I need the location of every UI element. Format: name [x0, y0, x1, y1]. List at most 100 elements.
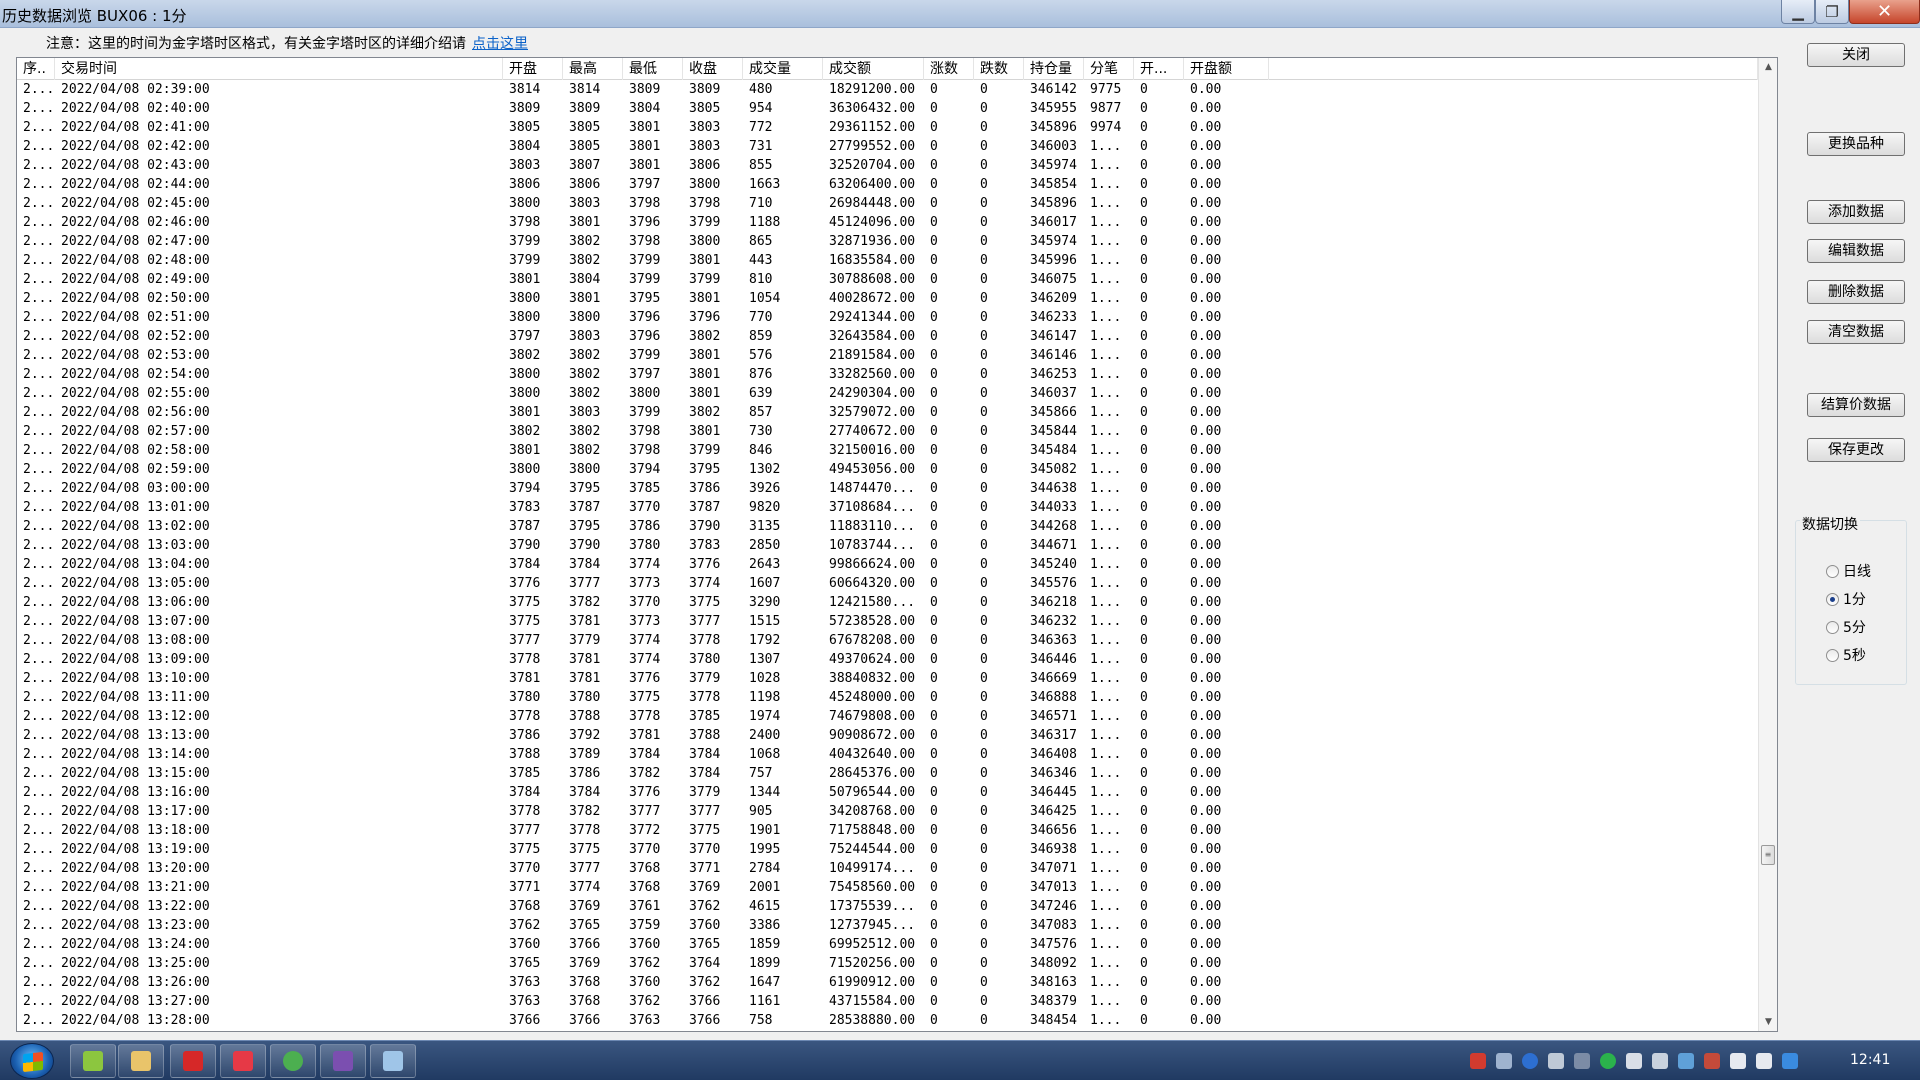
- table-row[interactable]: 2... 2022/04/08 13:21:00 3771 3774 3768 3769 2…: [17, 878, 1758, 897]
- table-row[interactable]: 2... 2022/04/08 02:49:00 3801 3804 3799 3799 8…: [17, 270, 1758, 289]
- table-row[interactable]: 2... 2022/04/08 02:50:00 3800 3801 3795 3801 1…: [17, 289, 1758, 308]
- table-row[interactable]: 2... 2022/04/08 02:55:00 3800 3802 3800 3801 6…: [17, 384, 1758, 403]
- ime-tray-icon[interactable]: [1782, 1053, 1798, 1069]
- radio-button[interactable]: [1826, 648, 1839, 662]
- volume-icon[interactable]: [1756, 1053, 1772, 1069]
- scroll-up-icon[interactable]: ▲: [1759, 58, 1777, 76]
- close-button[interactable]: 关闭: [1807, 43, 1905, 67]
- table-row[interactable]: 2... 2022/04/08 13:13:00 3786 3792 3781 3788 2…: [17, 726, 1758, 745]
- column-header[interactable]: 开...: [1134, 58, 1184, 80]
- scroll-thumb[interactable]: ≡: [1761, 845, 1775, 865]
- table-row[interactable]: 2... 2022/04/08 02:53:00 3802 3802 3799 3801 5…: [17, 346, 1758, 365]
- folder-taskbar-button[interactable]: [118, 1044, 164, 1078]
- table-row[interactable]: 2... 2022/04/08 13:14:00 3788 3789 3784 3784 1…: [17, 745, 1758, 764]
- radio-button[interactable]: [1826, 620, 1839, 634]
- click-here-link[interactable]: 点击这里: [472, 36, 528, 52]
- column-header[interactable]: 序..: [17, 58, 55, 80]
- radio-button[interactable]: [1826, 592, 1839, 606]
- scroll-down-icon[interactable]: ▼: [1759, 1013, 1777, 1031]
- table-row[interactable]: 2... 2022/04/08 13:20:00 3770 3777 3768 3771 2…: [17, 859, 1758, 878]
- table-row[interactable]: 2... 2022/04/08 13:17:00 3778 3782 3777 3777 9…: [17, 802, 1758, 821]
- table-row[interactable]: 2... 2022/04/08 02:57:00 3802 3802 3798 3801 7…: [17, 422, 1758, 441]
- column-header[interactable]: 收盘: [683, 58, 743, 80]
- table-row[interactable]: 2... 2022/04/08 13:05:00 3776 3777 3773 3774 1…: [17, 574, 1758, 593]
- pdf-tray-icon[interactable]: [1470, 1053, 1486, 1069]
- table-row[interactable]: 2... 2022/04/08 02:47:00 3799 3802 3798 3800 8…: [17, 232, 1758, 251]
- radio-option[interactable]: 1分: [1826, 589, 1866, 609]
- table-row[interactable]: 2... 2022/04/08 02:43:00 3803 3807 3801 3806 8…: [17, 156, 1758, 175]
- radio-option[interactable]: 5分: [1826, 617, 1866, 637]
- column-header[interactable]: 持仓量: [1024, 58, 1084, 80]
- window-taskbar-button[interactable]: [370, 1044, 416, 1078]
- column-header[interactable]: 涨数: [924, 58, 974, 80]
- action-center-icon[interactable]: [1704, 1053, 1720, 1069]
- table-row[interactable]: 2... 2022/04/08 13:28:00 3766 3766 3763 3766 7…: [17, 1011, 1758, 1030]
- signal-tray-icon[interactable]: [1730, 1053, 1746, 1069]
- table-row[interactable]: 2... 2022/04/08 02:42:00 3804 3805 3801 3803 7…: [17, 137, 1758, 156]
- change-symbol-button[interactable]: 更换品种: [1807, 132, 1905, 156]
- table-row[interactable]: 2... 2022/04/08 13:03:00 3790 3790 3780 3783 2…: [17, 536, 1758, 555]
- table-row[interactable]: 2... 2022/04/08 02:52:00 3797 3803 3796 3802 8…: [17, 327, 1758, 346]
- table-row[interactable]: 2... 2022/04/08 03:00:00 3794 3795 3785 3786 3…: [17, 479, 1758, 498]
- column-header[interactable]: 开盘: [503, 58, 563, 80]
- table-row[interactable]: 2... 2022/04/08 02:51:00 3800 3800 3796 3796 7…: [17, 308, 1758, 327]
- table-row[interactable]: 2... 2022/04/08 13:23:00 3762 3765 3759 3760 3…: [17, 916, 1758, 935]
- table-row[interactable]: 2... 2022/04/08 02:48:00 3799 3802 3799 3801 4…: [17, 251, 1758, 270]
- table-row[interactable]: 2... 2022/04/08 02:58:00 3801 3802 3798 3799 8…: [17, 441, 1758, 460]
- table-row[interactable]: 2... 2022/04/08 13:22:00 3768 3769 3761 3762 4…: [17, 897, 1758, 916]
- table-row[interactable]: 2... 2022/04/08 02:59:00 3800 3800 3794 3795 1…: [17, 460, 1758, 479]
- settlement-data-button[interactable]: 结算价数据: [1807, 393, 1905, 417]
- table-row[interactable]: 2... 2022/04/08 13:10:00 3781 3781 3776 3779 1…: [17, 669, 1758, 688]
- radio-option[interactable]: 日线: [1826, 561, 1871, 581]
- table-row[interactable]: 2... 2022/04/08 13:08:00 3777 3779 3774 3778 1…: [17, 631, 1758, 650]
- add-data-button[interactable]: 添加数据: [1807, 200, 1905, 224]
- display-tray-icon[interactable]: [1652, 1053, 1668, 1069]
- table-row[interactable]: 2... 2022/04/08 02:46:00 3798 3801 3796 3799 1…: [17, 213, 1758, 232]
- radio-button[interactable]: [1826, 564, 1839, 578]
- start-button[interactable]: [10, 1043, 54, 1079]
- chrome-taskbar-button[interactable]: [270, 1044, 316, 1078]
- column-header[interactable]: 最高: [563, 58, 623, 80]
- column-header[interactable]: 最低: [623, 58, 683, 80]
- table-row[interactable]: 2... 2022/04/08 13:25:00 3765 3769 3762 3764 1…: [17, 954, 1758, 973]
- notepad-taskbar-button[interactable]: [70, 1044, 116, 1078]
- table-row[interactable]: 2... 2022/04/08 13:18:00 3777 3778 3772 3775 1…: [17, 821, 1758, 840]
- table-row[interactable]: 2... 2022/04/08 02:54:00 3800 3802 3797 3801 8…: [17, 365, 1758, 384]
- table-row[interactable]: 2... 2022/04/08 02:40:00 3809 3809 3804 3805 9…: [17, 99, 1758, 118]
- column-header[interactable]: 跌数: [974, 58, 1024, 80]
- column-header[interactable]: 成交量: [743, 58, 823, 80]
- table-row[interactable]: 2... 2022/04/08 13:24:00 3760 3766 3760 3765 1…: [17, 935, 1758, 954]
- keyboard-tray-icon[interactable]: [1496, 1053, 1512, 1069]
- edit-data-button[interactable]: 编辑数据: [1807, 239, 1905, 263]
- vertical-scrollbar[interactable]: ▲ ≡ ▼: [1758, 58, 1777, 1031]
- help-tray-icon[interactable]: [1522, 1053, 1538, 1069]
- visual-studio-taskbar-button[interactable]: [320, 1044, 366, 1078]
- radio-option[interactable]: 5秒: [1826, 645, 1866, 665]
- table-row[interactable]: 2... 2022/04/08 13:27:00 3763 3768 3762 3766 1…: [17, 992, 1758, 1011]
- wechat-tray-icon[interactable]: [1600, 1053, 1616, 1069]
- table-row[interactable]: 2... 2022/04/08 13:06:00 3775 3782 3770 3775 3…: [17, 593, 1758, 612]
- connection-tray-icon[interactable]: [1678, 1053, 1694, 1069]
- drawing-app-taskbar-button[interactable]: [170, 1044, 216, 1078]
- save-changes-button[interactable]: 保存更改: [1807, 438, 1905, 462]
- taskbar-clock[interactable]: 12:41: [1850, 1052, 1890, 1068]
- network-tray-icon[interactable]: [1574, 1053, 1590, 1069]
- table-row[interactable]: 2... 2022/04/08 13:11:00 3780 3780 3775 3778 1…: [17, 688, 1758, 707]
- table-row[interactable]: 2... 2022/04/08 13:26:00 3763 3768 3760 3762 1…: [17, 973, 1758, 992]
- table-row[interactable]: 2... 2022/04/08 13:02:00 3787 3795 3786 3790 3…: [17, 517, 1758, 536]
- window-close-button[interactable]: ✕: [1849, 0, 1920, 24]
- delete-data-button[interactable]: 删除数据: [1807, 280, 1905, 304]
- column-header[interactable]: 成交额: [823, 58, 924, 80]
- column-header[interactable]: 分笔: [1084, 58, 1134, 80]
- table-row[interactable]: 2... 2022/04/08 02:44:00 3806 3806 3797 3800 1…: [17, 175, 1758, 194]
- table-row[interactable]: 2... 2022/04/08 13:15:00 3785 3786 3782 3784 7…: [17, 764, 1758, 783]
- table-row[interactable]: 2... 2022/04/08 13:09:00 3778 3781 3774 3780 1…: [17, 650, 1758, 669]
- table-row[interactable]: 2... 2022/04/08 13:01:00 3783 3787 3770 3787 9…: [17, 498, 1758, 517]
- column-header[interactable]: 开盘额: [1184, 58, 1269, 80]
- weibo-taskbar-button[interactable]: [220, 1044, 266, 1078]
- table-row[interactable]: 2... 2022/04/08 02:56:00 3801 3803 3799 3802 8…: [17, 403, 1758, 422]
- clear-data-button[interactable]: 清空数据: [1807, 320, 1905, 344]
- minimize-button[interactable]: ▁: [1781, 0, 1815, 24]
- table-row[interactable]: 2... 2022/04/08 13:19:00 3775 3775 3770 3770 1…: [17, 840, 1758, 859]
- table-row[interactable]: 2... 2022/04/08 02:41:00 3805 3805 3801 3803 7…: [17, 118, 1758, 137]
